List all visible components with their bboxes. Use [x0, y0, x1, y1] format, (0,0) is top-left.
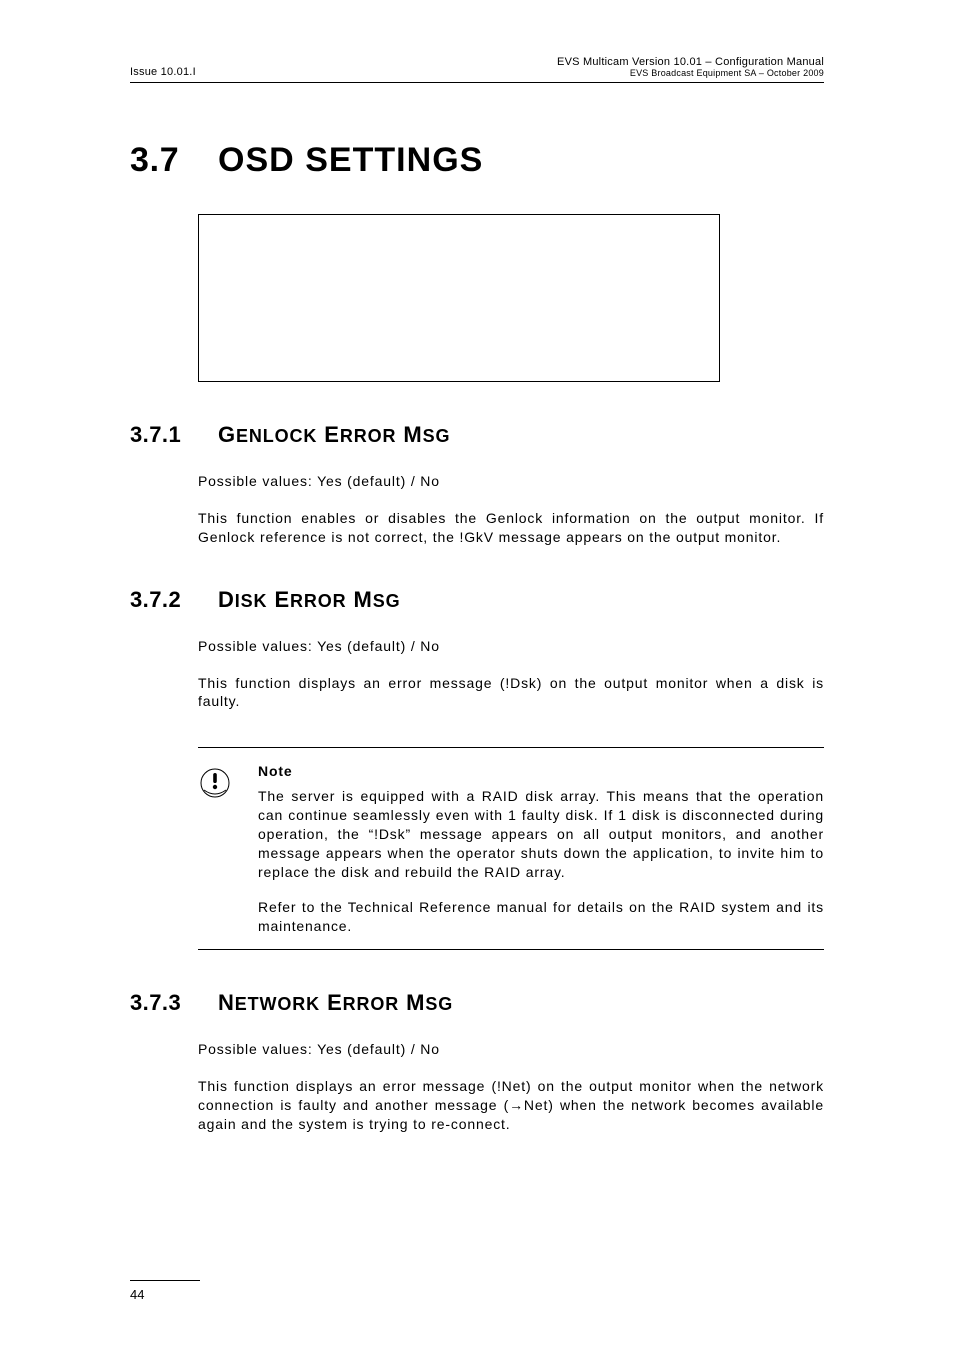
page-header: Issue 10.01.I EVS Multicam Version 10.01…	[130, 56, 824, 78]
t: RROR	[343, 994, 400, 1014]
t: RROR	[340, 426, 397, 446]
note-label: Note	[258, 762, 824, 781]
t: N	[218, 990, 235, 1015]
page: Issue 10.01.I EVS Multicam Version 10.01…	[0, 0, 954, 1350]
subsection-heading: 3.7.2 DISK ERROR MSG	[130, 587, 824, 613]
subsection-body: Possible values: Yes (default) / No This…	[198, 1040, 824, 1134]
t: E	[327, 990, 343, 1015]
page-footer: 44	[130, 1280, 824, 1302]
subsection-title: GENLOCK ERROR MSG	[218, 422, 450, 448]
header-issue: Issue 10.01.I	[130, 66, 196, 78]
t: M	[406, 990, 425, 1015]
subsection-heading: 3.7.3 NETWORK ERROR MSG	[130, 990, 824, 1016]
subsection-body: Possible values: Yes (default) / No This…	[198, 472, 824, 547]
note-block: Note The server is equipped with a RAID …	[198, 747, 824, 950]
section-main: 3.7 OSD SETTINGS	[130, 141, 824, 382]
note-icon-col	[198, 762, 258, 935]
note-p1: The server is equipped with a RAID disk …	[258, 787, 824, 881]
t: RROR	[290, 591, 347, 611]
subsection-disk: 3.7.2 DISK ERROR MSG Possible values: Ye…	[130, 587, 824, 951]
subsection-heading: 3.7.1 GENLOCK ERROR MSG	[130, 422, 824, 448]
possible-values: Possible values: Yes (default) / No	[198, 1040, 824, 1059]
section-number: 3.7	[130, 141, 218, 180]
header-right: EVS Multicam Version 10.01 – Configurati…	[557, 56, 824, 78]
subsection-number: 3.7.1	[130, 422, 218, 448]
t: ETWORK	[235, 994, 320, 1014]
t: E	[274, 587, 290, 612]
possible-values: Possible values: Yes (default) / No	[198, 637, 824, 656]
t: M	[403, 422, 422, 447]
subsection-genlock: 3.7.1 GENLOCK ERROR MSG Possible values:…	[130, 422, 824, 547]
note-icon	[198, 766, 258, 800]
t: SG	[425, 994, 453, 1014]
figure-placeholder	[198, 214, 720, 382]
section-title: OSD SETTINGS	[218, 141, 483, 180]
t: G	[218, 422, 236, 447]
t: E	[324, 422, 340, 447]
subsection-body: Possible values: Yes (default) / No This…	[198, 637, 824, 712]
page-number: 44	[130, 1287, 824, 1302]
note-p2: Refer to the Technical Reference manual …	[258, 898, 824, 936]
t: SG	[373, 591, 401, 611]
note-content: Note The server is equipped with a RAID …	[258, 762, 824, 935]
section-heading: 3.7 OSD SETTINGS	[130, 141, 824, 180]
header-doc-title: EVS Multicam Version 10.01 – Configurati…	[557, 56, 824, 68]
possible-values: Possible values: Yes (default) / No	[198, 472, 824, 491]
t: ENLOCK	[236, 426, 317, 446]
subsection-title: DISK ERROR MSG	[218, 587, 401, 613]
header-divider	[130, 82, 824, 83]
body-text: This function enables or disables the Ge…	[198, 509, 824, 547]
t: ISK	[235, 591, 268, 611]
subsection-number: 3.7.2	[130, 587, 218, 613]
subsection-number: 3.7.3	[130, 990, 218, 1016]
footer-divider	[130, 1280, 200, 1281]
t: M	[354, 587, 373, 612]
t: SG	[423, 426, 451, 446]
subsection-title: NETWORK ERROR MSG	[218, 990, 453, 1016]
t: D	[218, 587, 235, 612]
body-text: This function displays an error message …	[198, 1077, 824, 1134]
subsection-network: 3.7.3 NETWORK ERROR MSG Possible values:…	[130, 990, 824, 1134]
body-text: This function displays an error message …	[198, 674, 824, 712]
header-doc-sub: EVS Broadcast Equipment SA – October 200…	[557, 68, 824, 78]
